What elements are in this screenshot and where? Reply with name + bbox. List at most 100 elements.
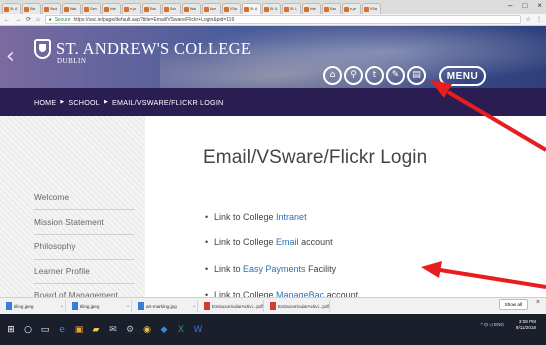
browser-tab[interactable]: VSw xyxy=(362,3,381,14)
download-item[interactable]: art-marking.jpg ^ xyxy=(136,300,198,312)
intranet-link[interactable]: Intranet xyxy=(276,212,307,222)
browser-tab[interactable]: e-pr xyxy=(122,3,141,14)
tab-favicon-icon xyxy=(304,6,309,12)
list-item: • Link to Easy Payments Facility xyxy=(205,264,337,274)
show-all-downloads-button[interactable]: Show all xyxy=(498,299,528,310)
download-item[interactable]: tiling.jpeg ^ xyxy=(4,300,66,312)
breadcrumb: HOME ▶ SCHOOL ▶ EMAIL/VSWARE/FLICKR LOGI… xyxy=(0,88,546,116)
browser-tab[interactable]: Gen xyxy=(82,3,101,14)
start-icon[interactable]: ⊞ xyxy=(3,322,19,338)
tab-label: Eas xyxy=(150,7,157,11)
download-item[interactable]: ExtracurricularActivi...pdf^ xyxy=(202,300,264,312)
chrome-icon[interactable]: ◉ xyxy=(139,322,155,338)
browser-menu-icon[interactable]: ⋮ xyxy=(536,16,542,23)
tab-favicon-icon xyxy=(204,6,209,12)
tab-favicon-icon xyxy=(264,6,269,12)
slider-prev-icon[interactable]: ‹ xyxy=(6,44,15,69)
back-icon[interactable]: ← xyxy=(4,17,10,23)
sidebar-item-philosophy[interactable]: Philosophy xyxy=(34,241,134,251)
reload-icon[interactable]: ⟳ xyxy=(26,16,31,23)
sidebar: Welcome Mission Statement Philosophy Lea… xyxy=(0,116,145,300)
task-view-icon[interactable]: ▭ xyxy=(37,322,53,338)
sidebar-item-learner-profile[interactable]: Learner Profile xyxy=(34,266,134,276)
download-item[interactable]: tiling.jpeg ^ xyxy=(70,300,132,312)
menu-button[interactable]: MENU xyxy=(439,66,486,86)
url-input[interactable]: ● Secure https://sac.ie/page/default.asp… xyxy=(44,15,521,24)
browser-tab[interactable]: Stud xyxy=(42,3,61,14)
download-item[interactable]: ExtracurricularActivi...pdf^ xyxy=(268,300,330,312)
tab-label: e-pr xyxy=(130,7,137,11)
tab-favicon-icon xyxy=(84,6,89,12)
email-link[interactable]: Email xyxy=(276,237,299,247)
tab-favicon-icon xyxy=(284,6,289,12)
search-taskbar-icon[interactable]: ○ xyxy=(20,322,36,338)
browser-tab[interactable]: St. A xyxy=(242,3,261,14)
home-icon[interactable]: ⌂ xyxy=(323,66,342,85)
sidebar-divider xyxy=(34,259,134,260)
tab-favicon-icon xyxy=(184,6,189,12)
browser-tab[interactable]: Nati xyxy=(62,3,81,14)
browser-tab[interactable]: Inte xyxy=(302,3,321,14)
breadcrumb-school[interactable]: SCHOOL xyxy=(68,98,100,107)
tab-label: Stud xyxy=(50,7,58,11)
browser-tab[interactable]: Eas xyxy=(322,3,341,14)
download-filename: ExtracurricularActivi...pdf xyxy=(278,303,329,309)
tab-favicon-icon xyxy=(4,6,9,12)
document-icon[interactable]: ▤ xyxy=(407,66,426,85)
tab-label: VSw xyxy=(230,7,238,11)
download-filename: tiling.jpeg xyxy=(80,303,100,309)
files-icon[interactable]: ▰ xyxy=(88,322,104,338)
maximize-button[interactable]: □ xyxy=(522,1,527,10)
download-filename: ExtracurricularActivi...pdf xyxy=(212,303,263,309)
browser-tab[interactable]: Sch xyxy=(162,3,181,14)
url-text: https://sac.ie/page/default.asp?title=Em… xyxy=(73,16,235,23)
search-icon[interactable]: ⚲ xyxy=(344,66,363,85)
page-title: Email/VSware/Flickr Login xyxy=(203,147,428,168)
chevron-up-icon[interactable]: ^ xyxy=(127,304,129,309)
browser-tab[interactable]: Wat xyxy=(182,3,201,14)
forward-icon[interactable]: → xyxy=(15,17,21,23)
browser-tab[interactable]: St. L xyxy=(282,3,301,14)
tab-label: St. A xyxy=(250,7,258,11)
tab-favicon-icon xyxy=(124,6,129,12)
chevron-up-icon[interactable]: ^ xyxy=(193,304,195,309)
settings-icon[interactable]: ⚙ xyxy=(122,322,138,338)
header-icon-group: ⌂ ⚲ t ✎ ▤ xyxy=(323,66,426,85)
tab-favicon-icon xyxy=(344,6,349,12)
sidebar-item-welcome[interactable]: Welcome xyxy=(34,192,134,202)
excel-icon[interactable]: X xyxy=(173,322,189,338)
browser-tab[interactable]: Inte xyxy=(102,3,121,14)
sidebar-divider xyxy=(34,234,134,235)
bookmark-star-icon[interactable]: ☆ xyxy=(526,16,531,23)
tab-favicon-icon xyxy=(64,6,69,12)
browser-tab[interactable]: St. A xyxy=(262,3,281,14)
close-window-button[interactable]: × xyxy=(537,1,542,10)
college-crest-icon[interactable] xyxy=(34,39,51,59)
chevron-up-icon[interactable]: ^ xyxy=(61,304,63,309)
browser-tab[interactable]: e-pr xyxy=(342,3,361,14)
twitter-icon[interactable]: t xyxy=(365,66,384,85)
browser-tab[interactable]: Sta xyxy=(22,3,41,14)
edge-icon[interactable]: e xyxy=(54,322,70,338)
system-tray[interactable]: ^ ⊡ ◁ ENG xyxy=(481,322,504,328)
minimize-button[interactable]: – xyxy=(508,1,512,10)
tab-label: Inte xyxy=(310,7,316,11)
tab-favicon-icon xyxy=(44,6,49,12)
college-name[interactable]: ST. ANDREW'S COLLEGE xyxy=(56,39,251,59)
easy-payments-link[interactable]: Easy Payments xyxy=(243,264,306,274)
word-icon[interactable]: W xyxy=(190,322,206,338)
app-icon[interactable]: ◆ xyxy=(156,322,172,338)
mail-icon[interactable]: ✉ xyxy=(105,322,121,338)
home-nav-icon[interactable]: ⌂ xyxy=(36,17,40,23)
breadcrumb-home[interactable]: HOME xyxy=(34,98,56,107)
tab-favicon-icon xyxy=(224,6,229,12)
close-download-bar-icon[interactable]: × xyxy=(536,299,540,306)
browser-tab[interactable]: VSw xyxy=(222,3,241,14)
wrench-icon[interactable]: ✎ xyxy=(386,66,405,85)
browser-tab[interactable]: Ann xyxy=(202,3,221,14)
sidebar-item-mission-statement[interactable]: Mission Statement xyxy=(34,217,134,227)
clock[interactable]: 3:08 PM 9/11/2018 xyxy=(516,319,536,331)
store-icon[interactable]: ▣ xyxy=(71,322,87,338)
browser-tab[interactable]: Eas xyxy=(142,3,161,14)
browser-tab[interactable]: St. A xyxy=(2,3,21,14)
